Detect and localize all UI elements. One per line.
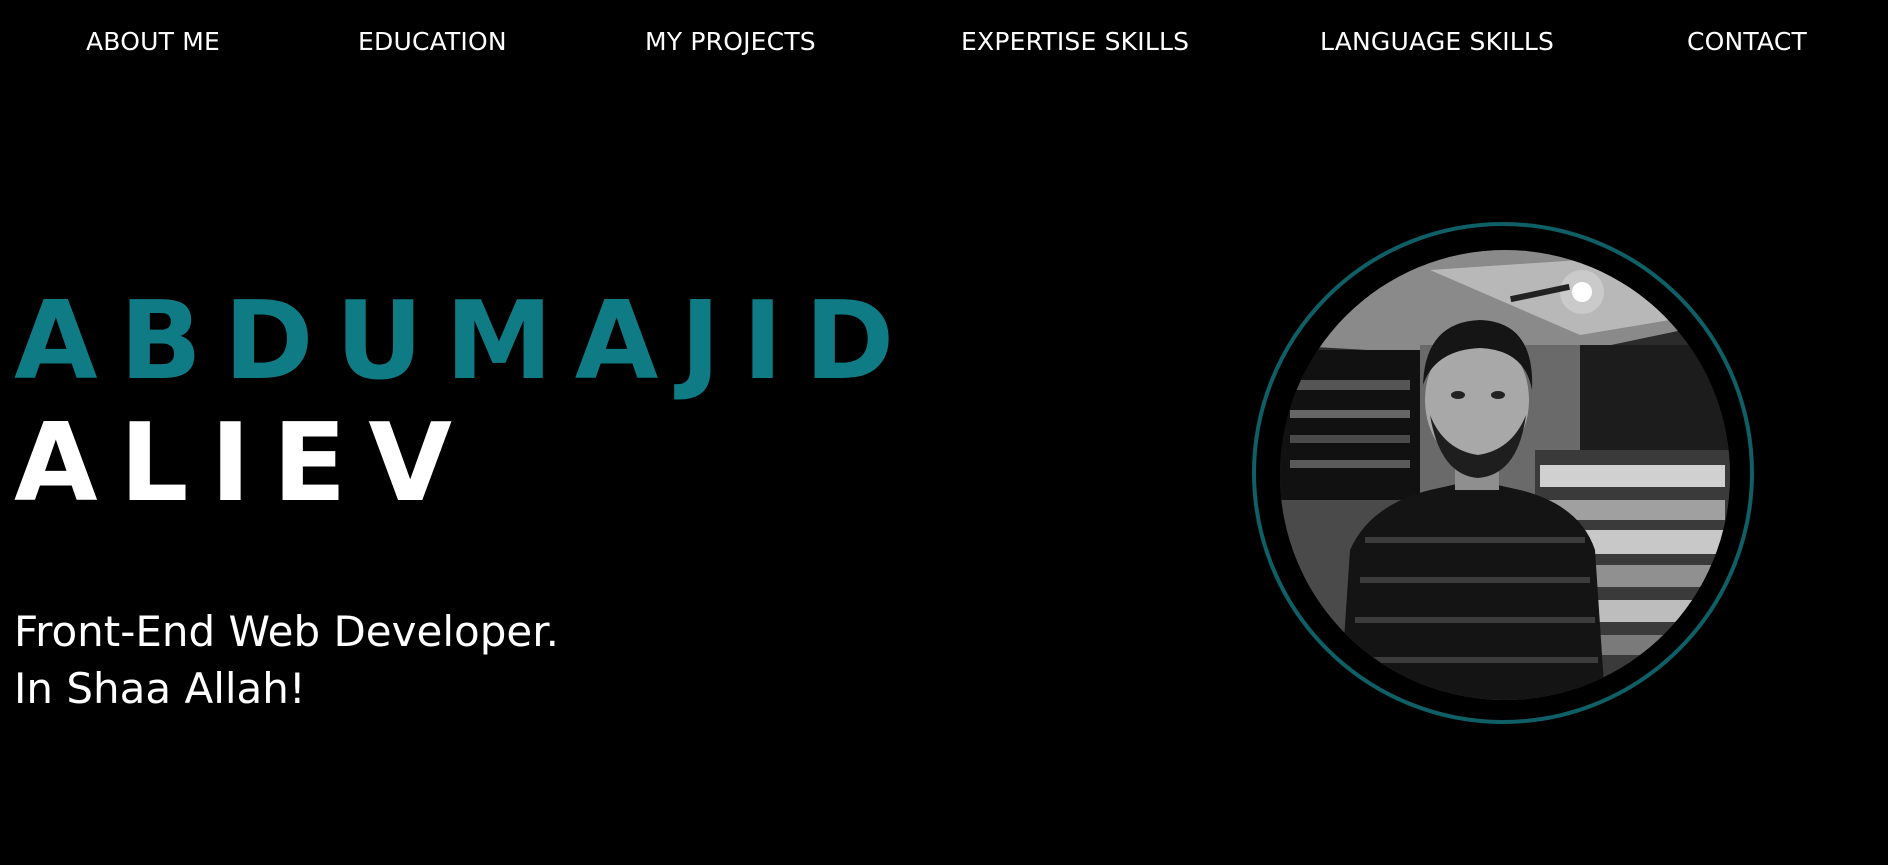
nav-link-my-projects[interactable]: MY PROJECTS	[645, 25, 816, 59]
hero-last-name: ALIEV	[14, 401, 474, 526]
avatar	[1280, 250, 1730, 700]
hero-first-name: ABDUMAJID	[14, 279, 917, 404]
tagline-line-1: Front-End Web Developer.	[14, 607, 559, 656]
nav-link-expertise-skills[interactable]: EXPERTISE SKILLS	[961, 25, 1189, 59]
nav-link-contact[interactable]: CONTACT	[1687, 25, 1807, 59]
portfolio-page: ABOUT ME EDUCATION MY PROJECTS EXPERTISE…	[0, 0, 1888, 865]
nav-link-education[interactable]: EDUCATION	[358, 25, 507, 59]
nav-link-about-me[interactable]: ABOUT ME	[86, 25, 220, 59]
top-navigation: ABOUT ME EDUCATION MY PROJECTS EXPERTISE…	[0, 0, 1888, 86]
tagline-line-2: In Shaa Allah!	[14, 664, 306, 713]
nav-link-language-skills[interactable]: LANGUAGE SKILLS	[1320, 25, 1554, 59]
profile-photo-icon	[1280, 250, 1730, 700]
hero-tagline: Front-End Web Developer. In Shaa Allah!	[14, 603, 559, 717]
